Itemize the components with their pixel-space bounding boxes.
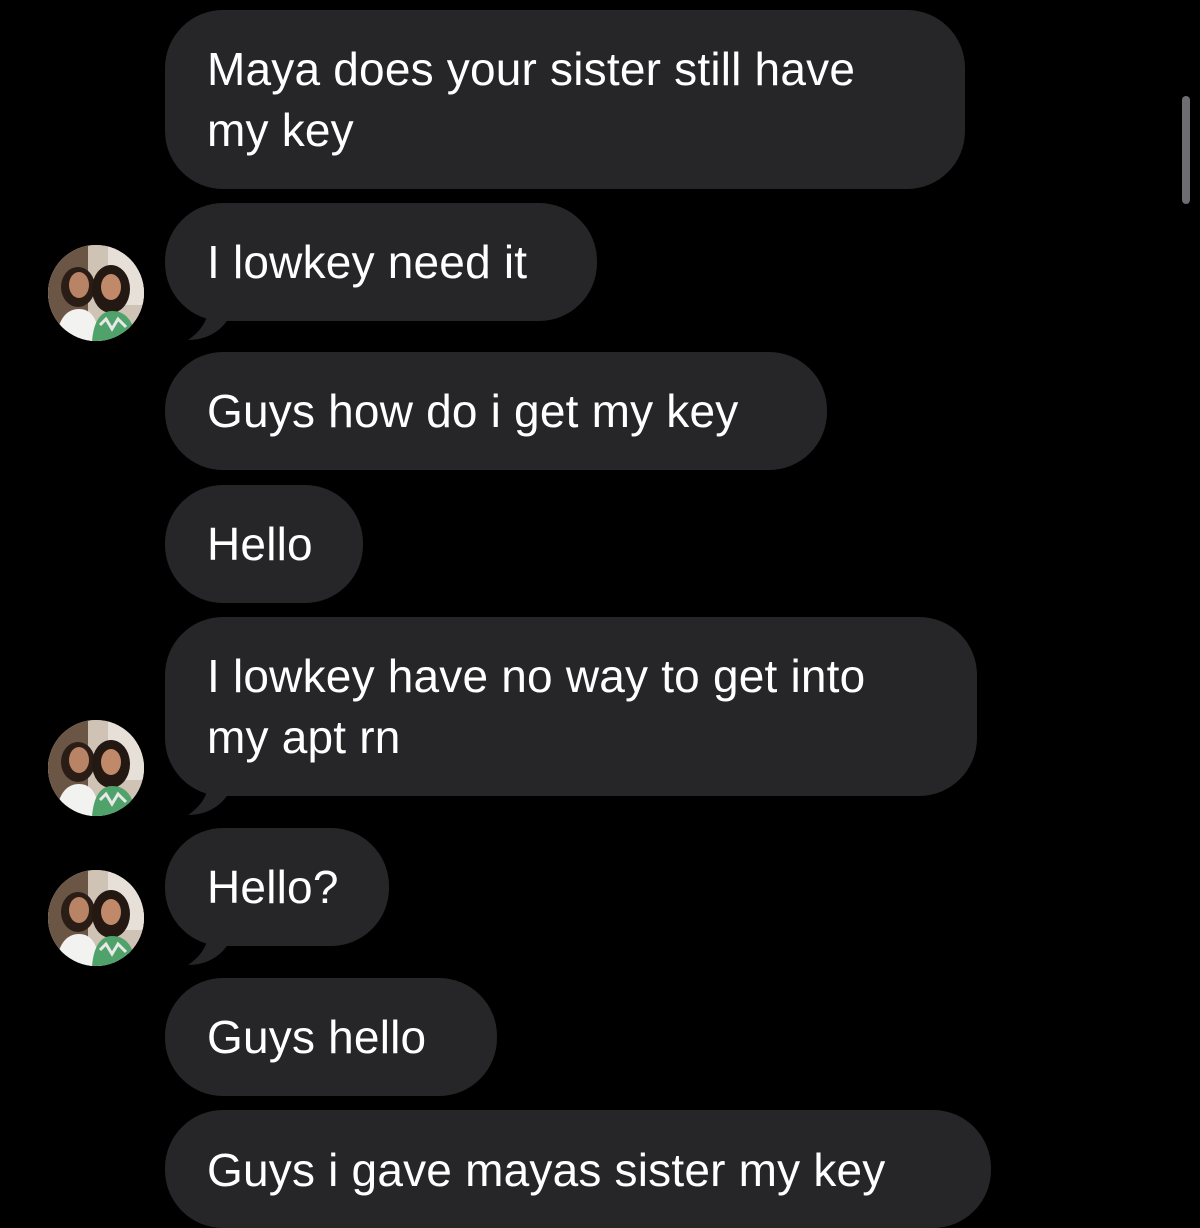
avatar-photo-icon	[48, 245, 144, 341]
avatar-photo-icon	[48, 720, 144, 816]
message-bubble[interactable]: Guys how do i get my key	[165, 352, 827, 470]
message-text: Guys hello	[207, 1010, 427, 1063]
message-bubble[interactable]: I lowkey have no way to get into my apt …	[165, 617, 977, 796]
avatar-photo-icon	[48, 870, 144, 966]
message-text: I lowkey have no way to get into my apt …	[207, 649, 866, 763]
bubble-tail	[188, 773, 232, 815]
message-text: Guys how do i get my key	[207, 384, 739, 437]
message-text: Maya does your sister still have my key	[207, 42, 856, 156]
message-bubble[interactable]: Guys hello	[165, 978, 497, 1096]
bubble-tail	[188, 923, 232, 965]
message-bubble[interactable]: Guys i gave mayas sister my key	[165, 1110, 991, 1228]
sender-avatar[interactable]	[48, 245, 144, 341]
sender-avatar[interactable]	[48, 870, 144, 966]
sender-avatar[interactable]	[48, 720, 144, 816]
message-text: Guys i gave mayas sister my key	[207, 1144, 886, 1196]
message-text: Hello?	[207, 860, 339, 913]
message-text: Hello	[207, 517, 313, 570]
message-thread[interactable]: Maya does your sister still have my key …	[0, 0, 1200, 1228]
scrollbar[interactable]	[1182, 96, 1190, 204]
bubble-tail	[188, 298, 232, 340]
message-text: I lowkey need it	[207, 235, 528, 288]
message-bubble[interactable]: Hello	[165, 485, 363, 603]
message-bubble[interactable]: Maya does your sister still have my key	[165, 10, 965, 189]
